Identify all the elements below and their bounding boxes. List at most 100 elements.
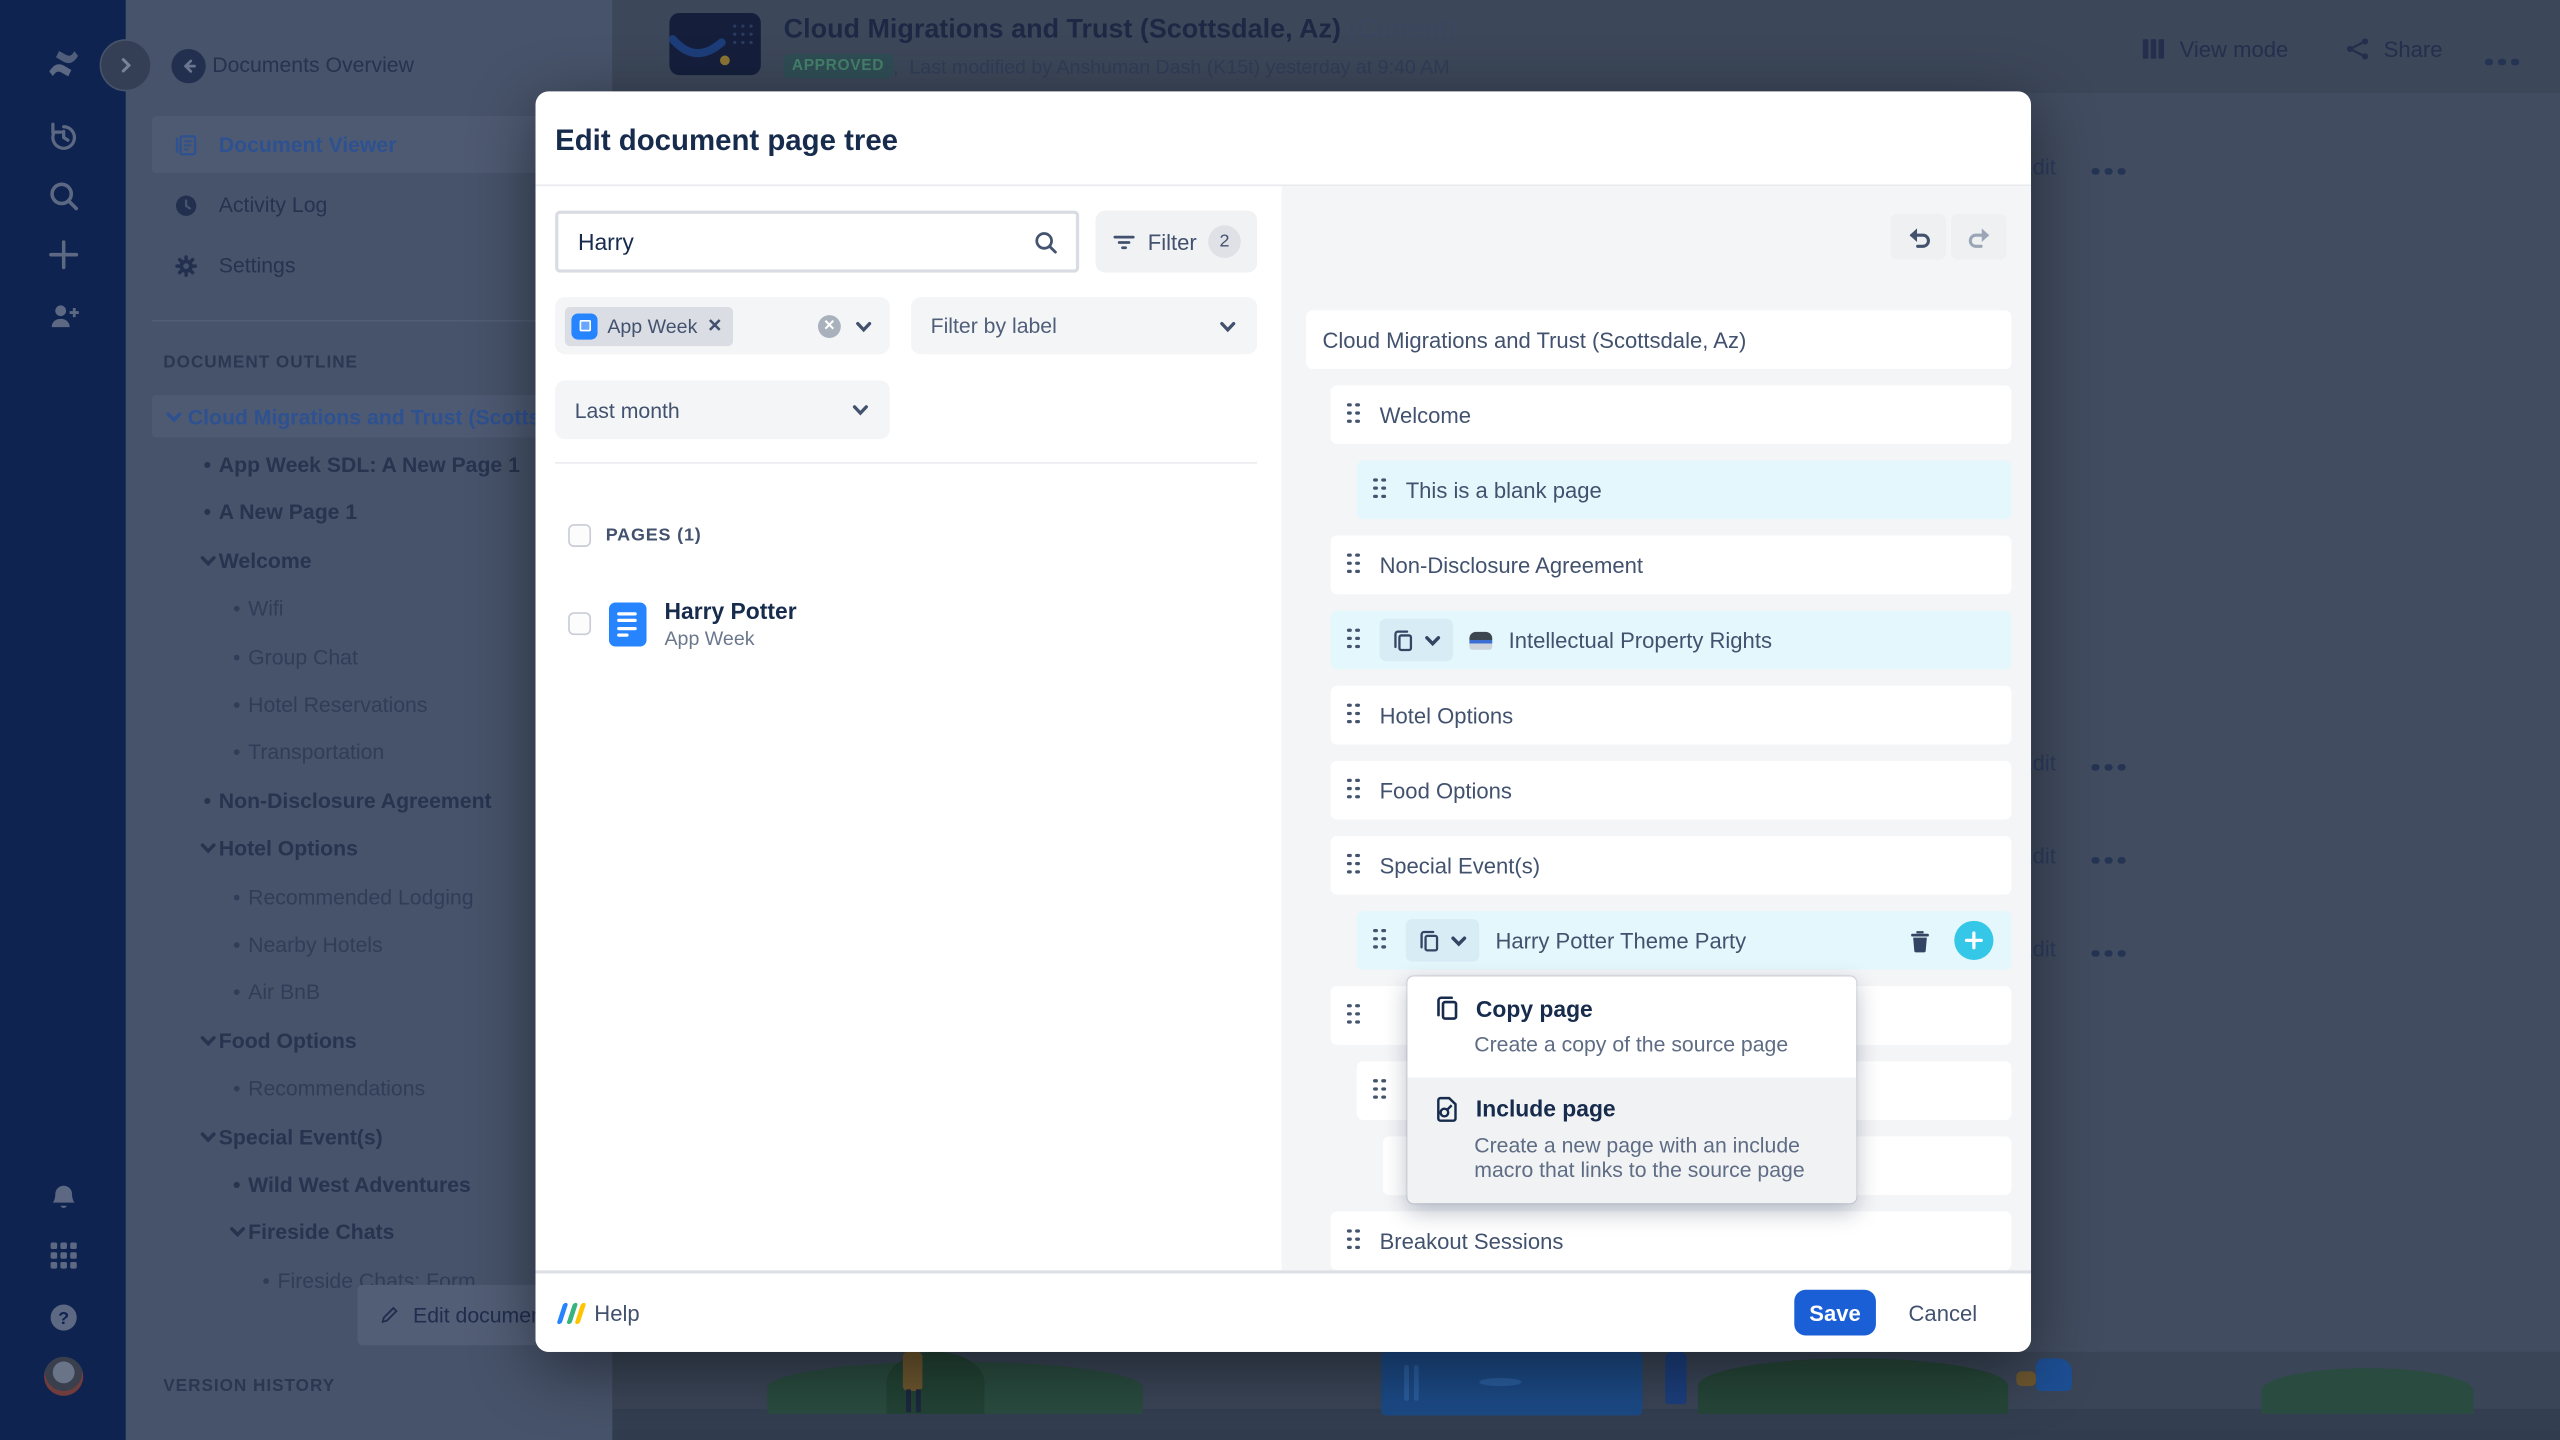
delete-page-icon[interactable] [1907, 927, 1933, 955]
tree-row[interactable]: Hotel Options [1331, 686, 2012, 745]
drag-handle-icon[interactable] [1347, 402, 1363, 426]
share-icon [2344, 36, 2370, 62]
copy-page-split-button[interactable] [1406, 919, 1479, 961]
tree-row[interactable]: Special Event(s) [1331, 836, 2012, 895]
chevron-down-icon[interactable] [198, 551, 218, 569]
sidebar-collapse-button[interactable] [100, 39, 152, 91]
chevron-down-icon[interactable] [198, 1127, 218, 1145]
bullet-icon: • [227, 596, 247, 620]
more-actions-icon[interactable] [2092, 844, 2131, 868]
document-thumbnail [669, 13, 760, 75]
more-actions-icon[interactable] [2092, 155, 2131, 179]
undo-button[interactable] [1891, 214, 1947, 260]
menu-item-copy-page[interactable]: Copy page Create a copy of the source pag… [1407, 976, 1856, 1077]
include-page-icon [1433, 1095, 1461, 1123]
menu-item-title: Copy page [1476, 995, 1593, 1021]
chip-remove-icon[interactable]: ✕ [707, 315, 722, 336]
chevron-down-icon[interactable] [227, 1223, 247, 1241]
tree-row-root[interactable]: Cloud Migrations and Trust (Scottsdale, … [1306, 310, 2011, 369]
space-filter-select[interactable]: App Week ✕ ✕ [555, 297, 890, 354]
edit-page-tree-modal: Edit document page tree Filter 2 App Wee… [536, 91, 2032, 1351]
page-header: Cloud Migrations and Trust (Scottsdale, … [612, 0, 2560, 93]
invite-user-icon[interactable] [0, 299, 126, 335]
copy-icon [1433, 994, 1461, 1022]
help-circle-icon[interactable]: ? [0, 1301, 126, 1334]
nav-rail: ? [0, 0, 126, 1440]
avatar[interactable] [0, 1357, 126, 1396]
view-mode-button[interactable]: View mode [2140, 36, 2288, 62]
add-page-button[interactable] [1954, 921, 1993, 960]
drag-handle-icon[interactable] [1347, 553, 1363, 577]
drag-handle-icon[interactable] [1347, 628, 1363, 652]
bullet-icon: • [227, 644, 247, 668]
search-input[interactable] [575, 227, 1032, 256]
chevron-down-icon[interactable] [198, 839, 218, 857]
filter-count-badge: 2 [1208, 225, 1241, 258]
label-filter-select[interactable]: Filter by label [911, 297, 1257, 354]
more-actions-icon[interactable] [2485, 44, 2524, 73]
drag-handle-icon[interactable] [1347, 853, 1363, 877]
tree-row-label: This is a blank page [1406, 478, 1602, 502]
version-history-label: VERSION HISTORY [163, 1376, 335, 1396]
person-figure [1665, 1352, 1686, 1404]
tree-row[interactable]: Welcome [1331, 385, 2012, 444]
filter-button[interactable]: Filter 2 [1096, 211, 1258, 273]
result-title: Harry Potter [664, 598, 796, 624]
kneeling-figure [2036, 1358, 2072, 1391]
bullet-icon: • [227, 884, 247, 908]
status-badge: APPROVED [784, 54, 893, 78]
menu-item-include-page[interactable]: Include pageCreate a new page with an in… [1407, 1077, 1856, 1203]
chevron-down-icon[interactable] [163, 407, 183, 425]
background-edit-row: Edit [2018, 844, 2131, 868]
drag-handle-icon[interactable] [1347, 778, 1363, 802]
result-checkbox[interactable] [568, 612, 591, 635]
train-emoji-icon [1469, 631, 1492, 649]
drag-handle-icon[interactable] [1373, 478, 1389, 502]
more-actions-icon[interactable] [2092, 937, 2131, 961]
bullet-icon: • [227, 932, 247, 956]
more-actions-icon[interactable] [2092, 751, 2131, 775]
person-figure [903, 1352, 923, 1391]
redo-button[interactable] [1951, 214, 2007, 260]
select-all-checkbox[interactable] [568, 524, 591, 547]
drag-handle-icon[interactable] [1373, 928, 1389, 952]
cancel-button[interactable]: Cancel [1909, 1300, 1978, 1324]
copy-page-split-button[interactable] [1380, 619, 1453, 661]
tree-row[interactable]: Non-Disclosure Agreement [1331, 536, 2012, 595]
search-icon[interactable] [0, 178, 126, 214]
back-button[interactable] [171, 49, 205, 83]
drag-handle-icon[interactable] [1347, 703, 1363, 727]
space-chip[interactable]: App Week ✕ [565, 306, 734, 345]
tree-row[interactable]: Intellectual Property Rights [1331, 611, 2012, 670]
drag-handle-icon[interactable] [1373, 1078, 1389, 1102]
space-icon [571, 313, 597, 339]
tree-row-label: Harry Potter Theme Party [1496, 928, 1747, 952]
tree-row[interactable]: Harry Potter Theme Party [1357, 911, 2012, 970]
view-mode-icon [2140, 36, 2166, 62]
tree-row-label: Breakout Sessions [1380, 1229, 1564, 1253]
date-filter-select[interactable]: Last month [555, 380, 890, 439]
tree-row[interactable]: Food Options [1331, 761, 2012, 820]
version-history-row[interactable]: VERSION HISTORY [163, 1376, 612, 1396]
help-link[interactable]: Help [560, 1300, 640, 1324]
plus-icon[interactable] [0, 235, 126, 274]
modal-title: Edit document page tree [555, 124, 898, 158]
search-result-row[interactable]: Harry Potter App Week [568, 598, 796, 650]
drag-handle-icon[interactable] [1347, 1229, 1363, 1253]
footer-illustration [612, 1352, 2560, 1440]
menu-item-description: Create a copy of the source page [1474, 1032, 1830, 1057]
save-button[interactable]: Save [1794, 1290, 1876, 1336]
share-button[interactable]: Share [2344, 36, 2442, 62]
tree-row-label: Cloud Migrations and Trust (Scottsdale, … [1322, 327, 1746, 351]
tree-row[interactable]: Breakout Sessions [1331, 1211, 2012, 1270]
chevron-down-icon[interactable] [198, 1031, 218, 1049]
history-icon[interactable] [0, 119, 126, 155]
menu-item-description: Create a new page with an include macro … [1474, 1132, 1830, 1183]
bell-icon[interactable] [0, 1182, 126, 1215]
bullet-icon: • [198, 500, 218, 524]
tree-row[interactable]: This is a blank page [1357, 460, 2012, 519]
drag-handle-icon[interactable] [1347, 1003, 1363, 1027]
apps-grid-icon[interactable] [0, 1241, 126, 1270]
clear-filter-icon[interactable]: ✕ [818, 314, 841, 337]
bullet-icon: • [227, 692, 247, 716]
